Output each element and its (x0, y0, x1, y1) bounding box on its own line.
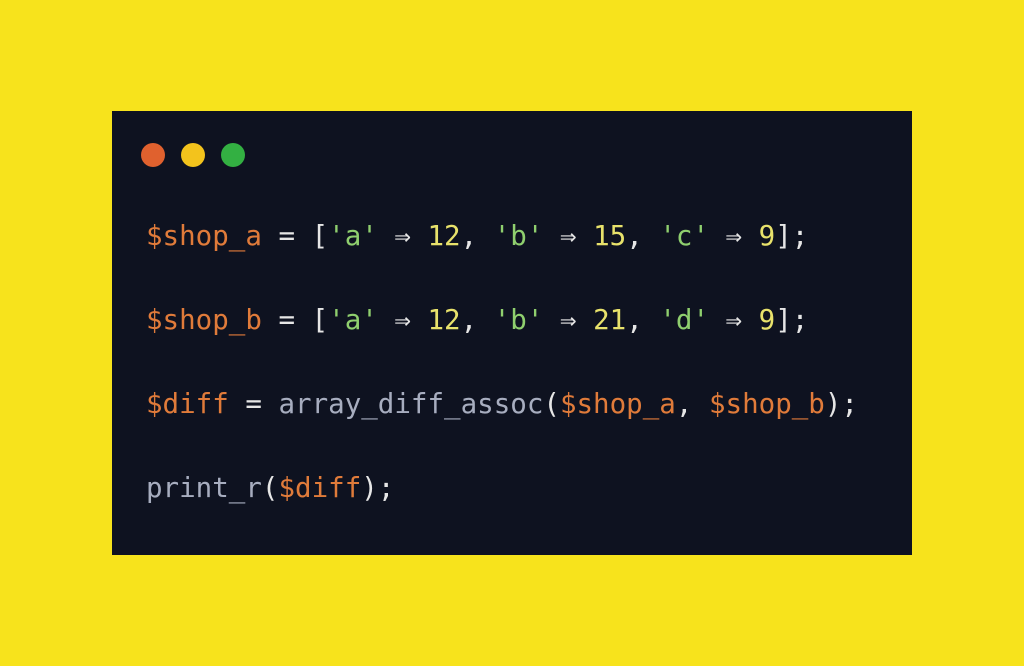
code-token-function: print_r (146, 472, 262, 504)
code-token-string: 'c' (659, 220, 709, 252)
code-token-punctuation: ⇒ (377, 220, 428, 252)
code-token-variable: $shop_a (146, 220, 262, 252)
code-token-string: 'a' (328, 220, 378, 252)
code-token-punctuation: ( (261, 472, 279, 504)
code-token-variable: $shop_b (708, 388, 825, 420)
code-token-punctuation: = [ (261, 304, 329, 336)
code-block: $shop_a = ['a' ⇒ 12, 'b' ⇒ 15, 'c' ⇒ 9];… (146, 217, 858, 553)
close-dot-icon[interactable] (141, 143, 165, 167)
code-token-punctuation: ); (824, 388, 858, 420)
zoom-dot-icon[interactable] (221, 143, 245, 167)
code-token-punctuation: ]; (775, 220, 809, 252)
code-window: $shop_a = ['a' ⇒ 12, 'b' ⇒ 15, 'c' ⇒ 9];… (112, 111, 912, 555)
code-token-number: 12 (427, 304, 461, 336)
code-token-punctuation: = [ (261, 220, 329, 252)
code-line: $diff = array_diff_assoc($shop_a, $shop_… (146, 385, 858, 469)
code-token-variable: $diff (278, 472, 362, 504)
code-token-string: 'a' (328, 304, 378, 336)
code-token-punctuation: ⇒ (543, 220, 594, 252)
code-token-string: 'b' (493, 220, 544, 252)
code-token-punctuation: = (228, 388, 279, 420)
minimize-dot-icon[interactable] (181, 143, 205, 167)
code-token-function: array_diff_assoc (278, 388, 544, 420)
code-line: print_r($diff); (146, 469, 858, 553)
code-token-number: 21 (593, 304, 627, 336)
code-token-punctuation: ⇒ (543, 304, 594, 336)
code-token-punctuation: , (675, 388, 709, 420)
code-token-number: 15 (593, 220, 627, 252)
code-token-variable: $shop_a (559, 388, 676, 420)
code-token-string: 'b' (493, 304, 544, 336)
code-token-variable: $diff (146, 388, 229, 420)
code-token-number: 9 (758, 220, 776, 252)
code-token-string: 'd' (659, 304, 709, 336)
page-background: { "window_controls": [ {"name": "close",… (0, 0, 1024, 666)
code-token-number: 9 (758, 304, 776, 336)
code-token-punctuation: ⇒ (709, 220, 759, 252)
code-line: $shop_b = ['a' ⇒ 12, 'b' ⇒ 21, 'd' ⇒ 9]; (146, 301, 858, 385)
code-line: $shop_a = ['a' ⇒ 12, 'b' ⇒ 15, 'c' ⇒ 9]; (146, 217, 858, 301)
code-token-number: 12 (427, 220, 461, 252)
code-token-punctuation: , (626, 304, 660, 336)
code-token-punctuation: ⇒ (377, 304, 428, 336)
code-token-punctuation: ]; (775, 304, 809, 336)
code-token-variable: $shop_b (146, 304, 262, 336)
code-token-punctuation: ); (361, 472, 395, 504)
code-token-punctuation: ⇒ (709, 304, 759, 336)
code-token-punctuation: , (460, 220, 494, 252)
code-token-punctuation: , (460, 304, 494, 336)
code-token-punctuation: ( (543, 388, 560, 420)
code-token-punctuation: , (626, 220, 660, 252)
